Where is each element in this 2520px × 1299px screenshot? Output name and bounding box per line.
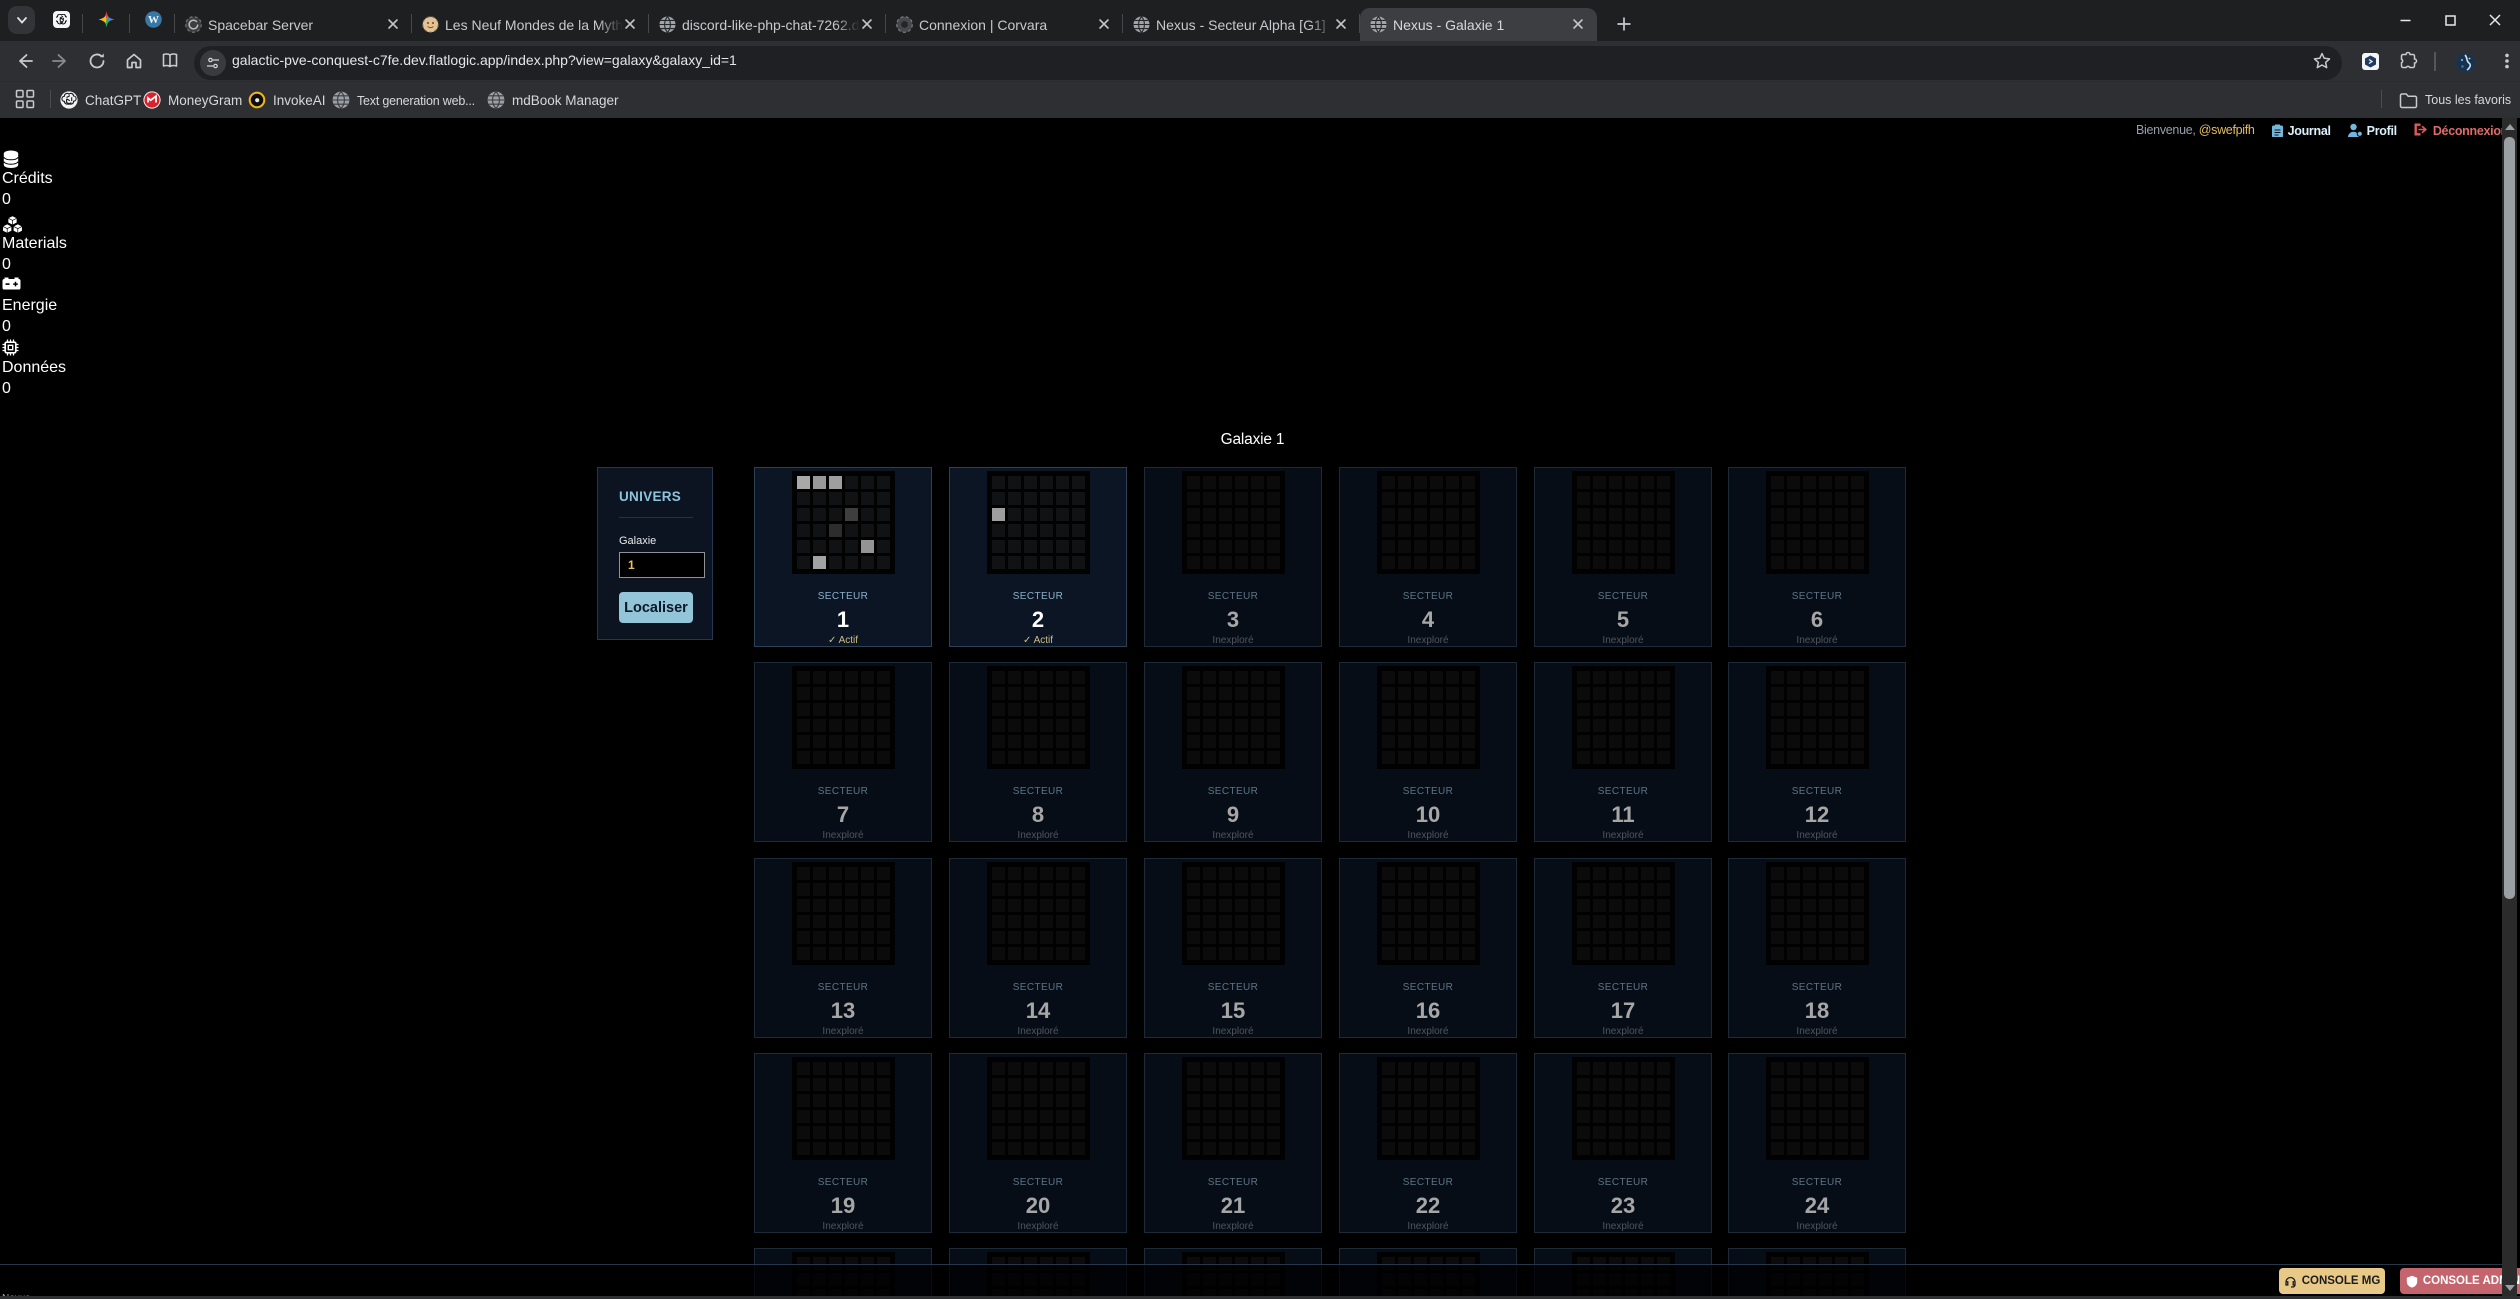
svg-text:W: W: [148, 14, 159, 26]
